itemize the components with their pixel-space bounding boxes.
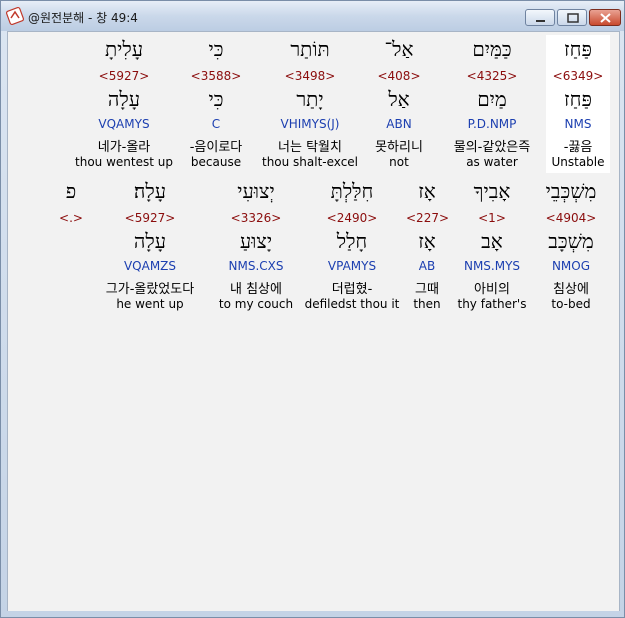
hebrew-lemma: כִּי bbox=[208, 87, 224, 111]
word-cell[interactable]: תּוֹתַר <3498> יָתַר VHIMYS(J) 너는 탁월치 th… bbox=[258, 35, 362, 173]
hebrew-word: פַּחַז bbox=[564, 37, 592, 61]
hebrew-lemma: מִשְׁכָּב bbox=[548, 229, 594, 253]
english-gloss: as water bbox=[466, 155, 518, 169]
word-cell[interactable]: מִשְׁכְּבֵי <4904> מִשְׁכָּב NMOG 침상에 to… bbox=[534, 177, 608, 315]
strong-number[interactable]: <408> bbox=[363, 69, 435, 83]
korean-gloss: 너는 탁월치 bbox=[278, 140, 342, 155]
hebrew-lemma: יָתַר bbox=[296, 87, 324, 111]
parsing-code: C bbox=[211, 117, 221, 131]
window-title: @원전분해 - 창 49:4 bbox=[28, 11, 138, 25]
parsing-code: ABN bbox=[386, 117, 412, 131]
parsing-code: VQAMZS bbox=[123, 259, 177, 273]
hebrew-word: כַּמַּיִם bbox=[472, 37, 512, 61]
strong-number[interactable]: <227> bbox=[406, 211, 449, 225]
word-cell[interactable]: פ <.> bbox=[54, 177, 88, 237]
hebrew-lemma: חָלַל bbox=[336, 229, 368, 253]
minimize-button[interactable] bbox=[525, 9, 555, 26]
maximize-icon bbox=[567, 13, 579, 23]
strong-number[interactable]: <3326> bbox=[212, 211, 300, 225]
strong-number[interactable]: <4325> bbox=[438, 69, 546, 83]
word-cell[interactable]: אַל־ <408> אַל ABN 못하리니 not bbox=[363, 35, 435, 173]
english-gloss: he went up bbox=[116, 297, 184, 311]
strong-number[interactable]: <2490> bbox=[304, 211, 400, 225]
english-gloss: defiledst thou it bbox=[304, 297, 400, 311]
korean-gloss: 더럽혔- bbox=[331, 282, 373, 297]
hebrew-word: תּוֹתַר bbox=[290, 37, 330, 61]
word-cell[interactable]: חִלַּלְתָּ <2490> חָלַל VPAMYS 더럽혔- defi… bbox=[304, 177, 400, 315]
hebrew-word: אַל־ bbox=[384, 37, 414, 61]
hebrew-word: אָבִיךָ bbox=[473, 179, 511, 203]
english-gloss: not bbox=[389, 155, 409, 169]
hebrew-word: פ bbox=[65, 179, 77, 203]
english-gloss: because bbox=[190, 155, 242, 169]
hebrew-lemma: פַּחַז bbox=[564, 87, 592, 111]
hebrew-word: עָלָה׃ bbox=[133, 179, 167, 203]
word-cell[interactable]: פַּחַז <6349> פַּחַז NMS -끓음 Unstable bbox=[546, 35, 610, 173]
word-cell[interactable]: עָלִיתָ <5927> עָלָה VQAMYS 네가-올라 thou w… bbox=[74, 35, 174, 173]
parsing-code: NMS.CXS bbox=[228, 259, 284, 273]
app-logo-icon bbox=[5, 6, 25, 26]
maximize-button[interactable] bbox=[557, 9, 587, 26]
korean-gloss: -끓음 bbox=[563, 140, 593, 155]
parsing-code: AB bbox=[418, 259, 436, 273]
hebrew-word: מִשְׁכְּבֵי bbox=[545, 179, 597, 203]
hebrew-word: אָז bbox=[418, 179, 436, 203]
parsing-code: P.D.NMP bbox=[467, 117, 517, 131]
strong-number[interactable]: <1> bbox=[456, 211, 528, 225]
interlinear-panel[interactable]: פַּחַז <6349> פַּחַז NMS -끓음 Unstable כַ… bbox=[7, 31, 620, 612]
title-bar[interactable]: @원전분해 - 창 49:4 bbox=[1, 1, 624, 31]
hebrew-lemma: מַיִם bbox=[477, 87, 507, 111]
english-gloss: Unstable bbox=[551, 155, 605, 169]
word-cell[interactable]: יְצוּעִי <3326> יָצוּעַ NMS.CXS 내 침상에 to… bbox=[212, 177, 300, 315]
parsing-code: VPAMYS bbox=[327, 259, 377, 273]
parsing-code: NMS.MYS bbox=[463, 259, 521, 273]
english-gloss: thou shalt-excel bbox=[261, 155, 359, 169]
hebrew-word: עָלִיתָ bbox=[104, 37, 144, 61]
minimize-icon bbox=[536, 20, 545, 22]
word-cell[interactable]: עָלָה׃ <5927> עָלָה VQAMZS 그가-올랐었도다 he w… bbox=[92, 177, 208, 315]
hebrew-word: כִּי bbox=[208, 37, 224, 61]
korean-gloss: 그가-올랐었도다 bbox=[105, 282, 195, 297]
parsing-code: NMS bbox=[564, 117, 592, 131]
korean-gloss: 물의-같았은즉 bbox=[453, 140, 531, 155]
parsing-code: VHIMYS(J) bbox=[280, 117, 340, 131]
korean-gloss: 못하리니 bbox=[375, 140, 423, 155]
korean-gloss: -음이로다 bbox=[189, 140, 243, 155]
strong-number[interactable]: <3588> bbox=[176, 69, 256, 83]
strong-number[interactable]: <6349> bbox=[546, 69, 610, 83]
strong-number[interactable]: <.> bbox=[54, 211, 88, 225]
korean-gloss: 네가-올라 bbox=[97, 140, 151, 155]
close-button[interactable] bbox=[589, 9, 621, 26]
hebrew-word: יְצוּעִי bbox=[237, 179, 275, 203]
english-gloss: then bbox=[413, 297, 441, 311]
korean-gloss: 침상에 bbox=[553, 282, 589, 297]
parsing-code: VQAMYS bbox=[98, 117, 150, 131]
english-gloss: thou wentest up bbox=[75, 155, 173, 169]
english-gloss: to-bed bbox=[551, 297, 591, 311]
english-gloss: to my couch bbox=[218, 297, 294, 311]
hebrew-lemma: יָצוּעַ bbox=[239, 229, 273, 253]
strong-number[interactable]: <5927> bbox=[74, 69, 174, 83]
hebrew-lemma: עָלָה bbox=[107, 87, 141, 111]
english-gloss: thy father's bbox=[457, 297, 527, 311]
strong-number[interactable]: <5927> bbox=[92, 211, 208, 225]
hebrew-lemma: אַל bbox=[388, 87, 410, 111]
korean-gloss: 아비의 bbox=[474, 282, 510, 297]
korean-gloss: 그때 bbox=[415, 282, 439, 297]
hebrew-lemma: אָב bbox=[481, 229, 503, 253]
close-icon bbox=[600, 13, 611, 23]
parsing-code: NMOG bbox=[551, 259, 591, 273]
strong-number[interactable]: <3498> bbox=[258, 69, 362, 83]
korean-gloss: 내 침상에 bbox=[230, 282, 282, 297]
strong-number[interactable]: <4904> bbox=[534, 211, 608, 225]
word-cell[interactable]: אָבִיךָ <1> אָב NMS.MYS 아비의 thy father's bbox=[456, 177, 528, 315]
window-bottom-border bbox=[1, 611, 624, 617]
hebrew-word: חִלַּלְתָּ bbox=[330, 179, 374, 203]
word-cell[interactable]: אָז <227> אָז AB 그때 then bbox=[406, 177, 449, 315]
hebrew-lemma: עָלָה bbox=[133, 229, 167, 253]
app-window: @원전분해 - 창 49:4 פַּחַז <6349> פַּחַז NMS … bbox=[0, 0, 625, 618]
hebrew-lemma: אָז bbox=[418, 229, 436, 253]
word-cell[interactable]: כִּי <3588> כִּי C -음이로다 because bbox=[176, 35, 256, 173]
word-cell[interactable]: כַּמַּיִם <4325> מַיִם P.D.NMP 물의-같았은즉 a… bbox=[438, 35, 546, 173]
